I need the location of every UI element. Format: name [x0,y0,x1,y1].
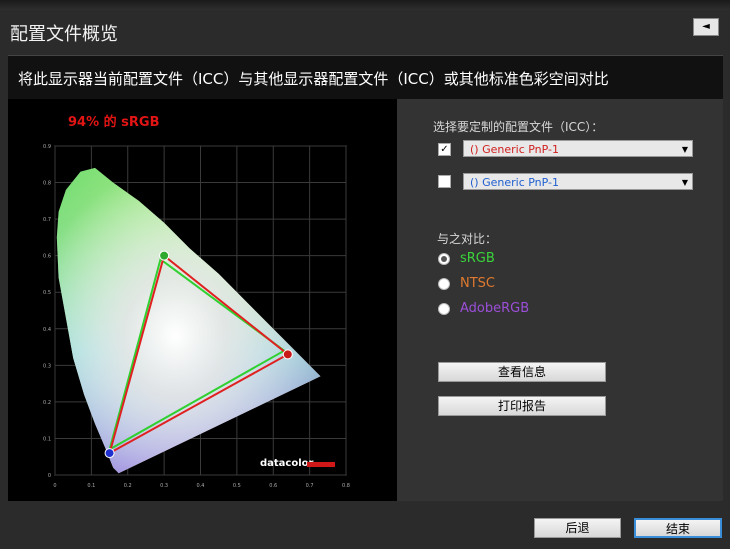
x-tick-label: 0.3 [160,483,168,489]
y-tick-label: 0.2 [43,400,51,406]
profile2-dropdown[interactable]: () Generic PnP-1 ▼ [463,173,693,190]
x-tick-label: 0.6 [269,483,277,489]
profile1-checkbox[interactable]: ✓ [438,143,451,156]
chevron-down-icon: ▼ [681,145,688,154]
y-tick-label: 0.6 [43,254,51,260]
x-tick-label: 0.8 [342,483,350,489]
x-tick-label: 0.1 [87,483,95,489]
primary-point [159,250,170,261]
y-tick-label: 0.4 [43,327,51,333]
cie-chromaticity-chart: 0 0.1 0.2 0.3 0.4 0.5 0.6 0.7 0.8 0 0.1 0.2 0.3 0.4 0.… [43,144,350,489]
radio-label-ntsc: NTSC [460,276,495,291]
profile2-checkbox[interactable] [438,175,451,188]
radio-ntsc[interactable] [438,278,450,290]
y-tick-label: 0.9 [43,144,51,150]
y-tick-label: 0.7 [43,217,51,223]
profile1-dropdown[interactable]: () Generic PnP-1 ▼ [463,140,693,157]
coverage-title: 94% 的 sRGB [68,115,160,130]
collapse-icon[interactable]: ◄ [693,18,719,36]
view-info-button[interactable]: 查看信息 [438,362,606,382]
radio-label-adobergb: AdobeRGB [460,301,530,316]
logo-bar [307,462,335,467]
controls-panel [397,99,723,501]
y-tick-label: 0.3 [43,363,51,369]
description-header: 将此显示器当前配置文件（ICC）与其他显示器配置文件（ICC）或其他标准色彩空间… [8,55,723,99]
x-tick-label: 0.5 [233,483,241,489]
compare-label: 与之对比： [437,232,498,246]
profile1-value: () Generic PnP-1 [470,143,560,156]
y-tick-label: 0.8 [43,181,51,187]
back-button[interactable]: 后退 [534,518,621,538]
window-title: 配置文件概览 [10,24,118,45]
profile2-value: () Generic PnP-1 [470,176,560,189]
x-tick-label: 0.7 [306,483,314,489]
primary-point [104,448,115,459]
radio-label-srgb: sRGB [460,251,495,266]
select-profile-label: 选择要定制的配置文件（ICC）： [433,120,604,134]
y-tick-label: 0.1 [43,436,51,442]
chevron-down-icon: ▼ [681,178,688,187]
finish-button[interactable]: 结束 [634,518,722,538]
y-tick-label: 0.5 [43,290,51,296]
title-bar-strip [0,0,730,10]
x-tick-label: 0.2 [124,483,132,489]
description-text: 将此显示器当前配置文件（ICC）与其他显示器配置文件（ICC）或其他标准色彩空间… [18,70,609,88]
datacolor-logo: datacolor [260,458,314,469]
radio-srgb[interactable] [438,253,450,265]
y-tick-label: 0 [48,473,51,479]
radio-adobergb[interactable] [438,303,450,315]
x-tick-label: 0 [53,483,56,489]
x-tick-label: 0.4 [197,483,205,489]
primary-point [282,349,293,360]
print-report-button[interactable]: 打印报告 [438,396,606,416]
